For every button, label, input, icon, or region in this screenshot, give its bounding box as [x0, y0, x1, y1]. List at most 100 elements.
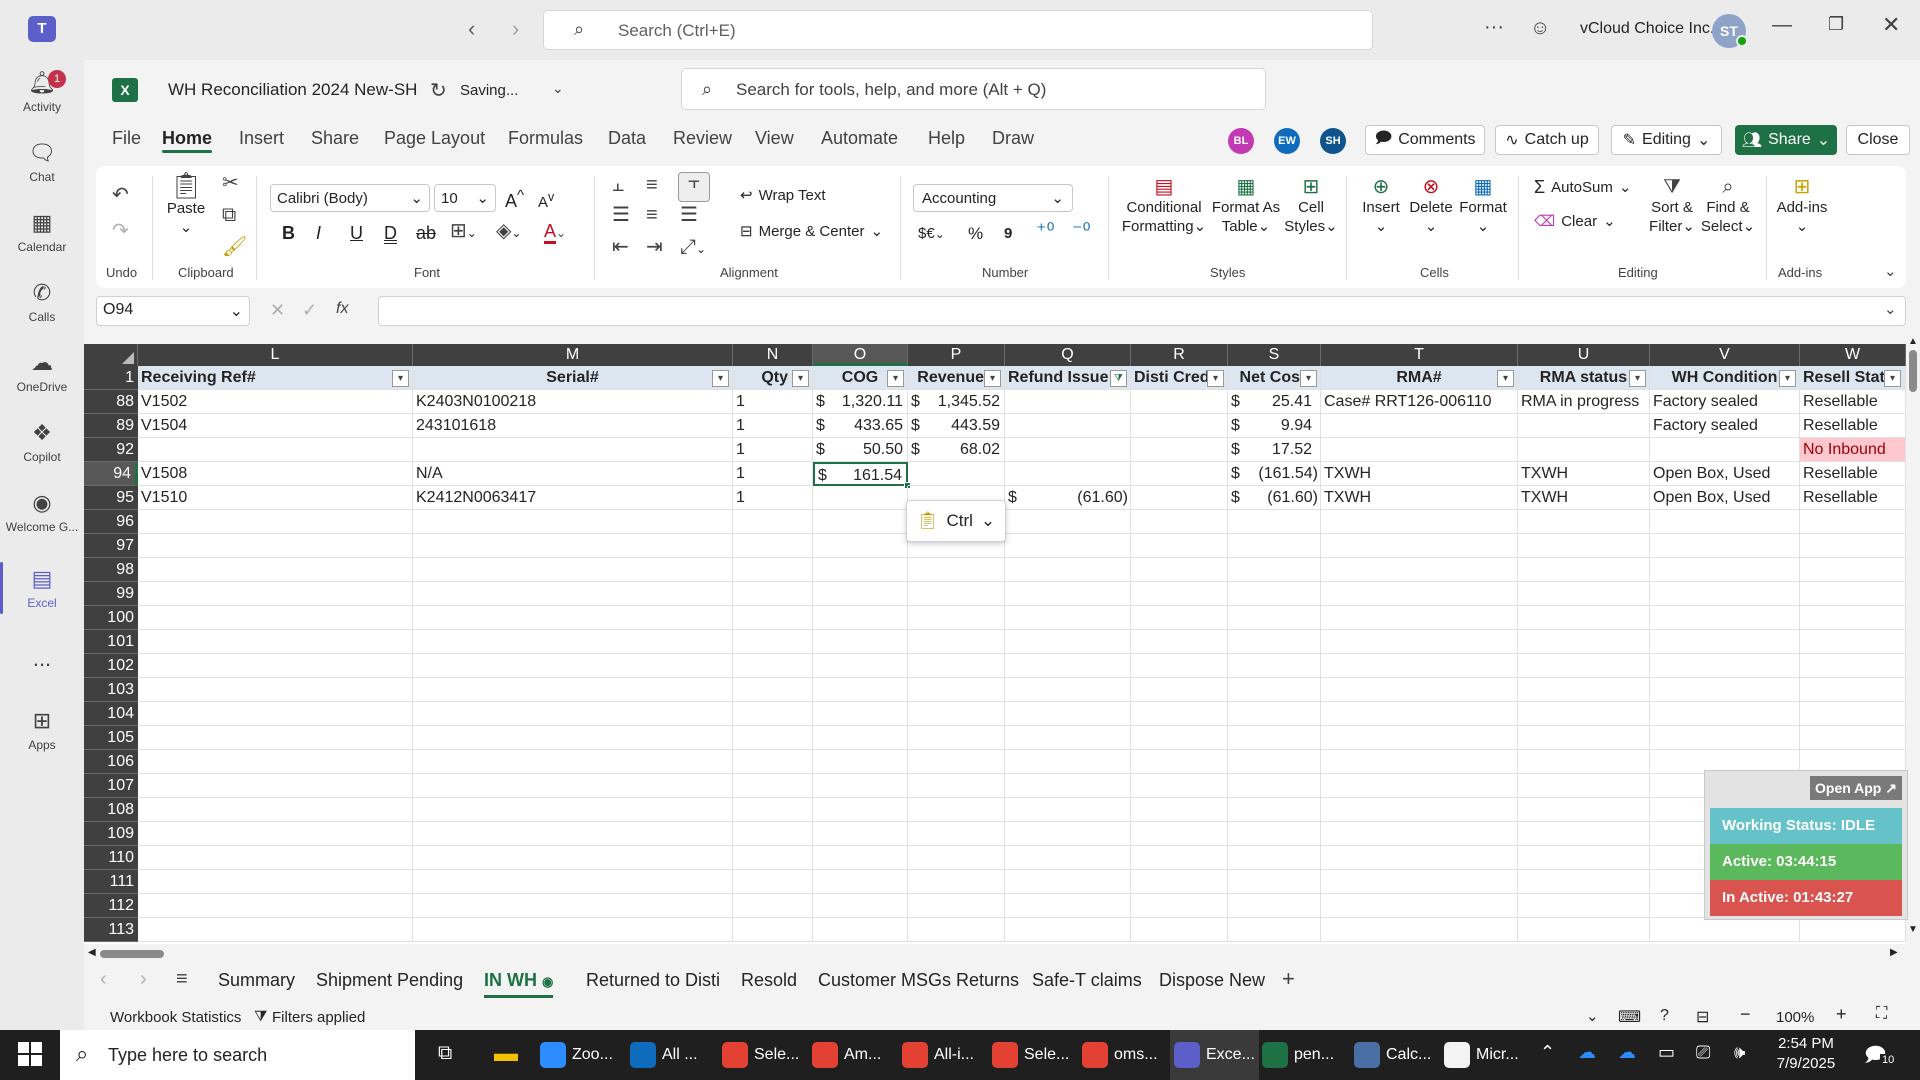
tab-formulas[interactable]: Formulas — [508, 128, 583, 149]
taskbar-app-5[interactable]: Sele... — [992, 1030, 1069, 1080]
cell-u94[interactable]: TXWH — [1518, 462, 1650, 486]
empty-cell[interactable] — [138, 606, 413, 630]
undo-button[interactable]: ↶ — [112, 185, 129, 206]
empty-cell[interactable] — [138, 822, 413, 846]
zoom-out-icon[interactable]: − — [1740, 1004, 1751, 1025]
volume-icon[interactable]: 🕪︎ — [1734, 1042, 1745, 1063]
filter-dropdown-icon[interactable]: ▾ — [1629, 370, 1646, 387]
cell-q95[interactable]: $ (61.60) — [1005, 486, 1131, 510]
empty-cell[interactable] — [138, 678, 413, 702]
empty-cell[interactable] — [1005, 582, 1131, 606]
empty-cell[interactable] — [1228, 846, 1321, 870]
empty-cell[interactable] — [1131, 798, 1228, 822]
row-header-99[interactable]: 99 — [84, 582, 138, 606]
cell-styles-button[interactable]: ⊞ Cell Styles⌄ — [1284, 177, 1338, 236]
sheet-tab-safe-t-claims[interactable]: Safe-T claims — [1032, 970, 1142, 991]
empty-cell[interactable] — [1321, 558, 1518, 582]
empty-cell[interactable] — [1321, 654, 1518, 678]
tab-home[interactable]: Home — [162, 128, 212, 149]
filter-dropdown-icon[interactable]: ▾ — [392, 370, 409, 387]
delete-cells-button[interactable]: ⊗ Delete ⌄ — [1406, 177, 1456, 236]
empty-cell[interactable] — [1518, 750, 1650, 774]
cell-m94[interactable]: N/A — [413, 462, 733, 486]
row-header-113[interactable]: 113 — [84, 918, 138, 942]
row-header-97[interactable]: 97 — [84, 534, 138, 558]
empty-cell[interactable] — [1518, 846, 1650, 870]
empty-cell[interactable] — [908, 918, 1005, 942]
formula-input[interactable] — [378, 296, 1906, 326]
filter-dropdown-icon[interactable]: ▾ — [1779, 370, 1796, 387]
add-ins-button[interactable]: ⊞ Add-ins ⌄ — [1774, 177, 1830, 236]
cell-m95[interactable]: K2412N0063417 — [413, 486, 733, 510]
sheet-prev-icon[interactable]: ‹ — [100, 968, 107, 991]
empty-cell[interactable] — [1518, 558, 1650, 582]
empty-cell[interactable] — [733, 534, 813, 558]
empty-cell[interactable] — [1005, 630, 1131, 654]
cell-r94[interactable] — [1131, 462, 1228, 486]
workbook-name[interactable]: WH Reconciliation 2024 New-SH — [168, 80, 417, 100]
empty-cell[interactable] — [908, 894, 1005, 918]
empty-cell[interactable] — [413, 726, 733, 750]
empty-cell[interactable] — [1131, 510, 1228, 534]
empty-cell[interactable] — [1650, 702, 1800, 726]
double-underline-button[interactable]: D — [384, 224, 397, 243]
cell-w95[interactable]: Resellable — [1800, 486, 1906, 510]
cell-p94[interactable] — [908, 462, 1005, 486]
horizontal-scrollbar[interactable]: ◀ ▶ — [84, 944, 1906, 964]
empty-cell[interactable] — [1518, 798, 1650, 822]
cell-n94[interactable]: 1 — [733, 462, 813, 486]
column-header-s[interactable]: S — [1228, 344, 1321, 366]
share-button[interactable]: 👥︎ Share ⌄ — [1735, 125, 1837, 155]
all-sheets-menu-icon[interactable]: ≡ — [176, 968, 188, 991]
empty-cell[interactable] — [908, 630, 1005, 654]
empty-cell[interactable] — [413, 702, 733, 726]
empty-cell[interactable] — [1800, 726, 1906, 750]
empty-cell[interactable] — [1518, 582, 1650, 606]
empty-cell[interactable] — [813, 726, 908, 750]
cell-v95[interactable]: Open Box, Used — [1650, 486, 1800, 510]
empty-cell[interactable] — [413, 918, 733, 942]
task-view-icon[interactable]: ⧉ — [438, 1042, 452, 1065]
horizontal-scroll-thumb[interactable] — [100, 950, 164, 958]
empty-cell[interactable] — [1131, 870, 1228, 894]
empty-cell[interactable] — [1518, 702, 1650, 726]
cell-n89[interactable]: 1 — [733, 414, 813, 438]
cell-l95[interactable]: V1510 — [138, 486, 413, 510]
empty-cell[interactable] — [1005, 678, 1131, 702]
empty-cell[interactable] — [138, 582, 413, 606]
empty-cell[interactable] — [1131, 654, 1228, 678]
cut-button[interactable]: ✂ — [222, 173, 239, 194]
tab-insert[interactable]: Insert — [239, 128, 284, 149]
format-painter-button[interactable]: 🖌︎ — [222, 237, 247, 258]
empty-cell[interactable] — [1228, 534, 1321, 558]
orientation-button[interactable]: ⤢⌄ — [680, 237, 706, 259]
row-header-95[interactable]: 95 — [84, 486, 138, 510]
conditional-formatting-button[interactable]: ▤ Conditional Formatting⌄ — [1118, 177, 1210, 236]
cell-r95[interactable] — [1131, 486, 1228, 510]
empty-cell[interactable] — [1800, 678, 1906, 702]
empty-cell[interactable] — [1228, 702, 1321, 726]
filter-dropdown-icon[interactable]: ▾ — [1884, 370, 1901, 387]
cell-q92[interactable] — [1005, 438, 1131, 462]
row-header-109[interactable]: 109 — [84, 822, 138, 846]
empty-cell[interactable] — [138, 510, 413, 534]
empty-cell[interactable] — [138, 702, 413, 726]
empty-cell[interactable] — [1321, 798, 1518, 822]
row-header-96[interactable]: 96 — [84, 510, 138, 534]
empty-cell[interactable] — [138, 534, 413, 558]
row-header-98[interactable]: 98 — [84, 558, 138, 582]
cell-p89[interactable]: $443.59 — [908, 414, 1005, 438]
rail-calls[interactable]: ✆ Calls — [0, 280, 84, 324]
empty-cell[interactable] — [1131, 534, 1228, 558]
empty-cell[interactable] — [1321, 702, 1518, 726]
close-window-icon[interactable]: ✕ — [1882, 12, 1900, 38]
tab-page-layout[interactable]: Page Layout — [384, 128, 485, 149]
status-chevron-icon[interactable]: ⌄ — [1586, 1007, 1599, 1025]
column-header-u[interactable]: U — [1518, 344, 1650, 366]
cell-p88[interactable]: $1,345.52 — [908, 390, 1005, 414]
cell-w94[interactable]: Resellable — [1800, 462, 1906, 486]
redo-button[interactable]: ↷ — [112, 221, 129, 242]
start-button[interactable] — [18, 1042, 42, 1066]
cell-u88[interactable]: RMA in progress — [1518, 390, 1650, 414]
cell-t92[interactable] — [1321, 438, 1518, 462]
